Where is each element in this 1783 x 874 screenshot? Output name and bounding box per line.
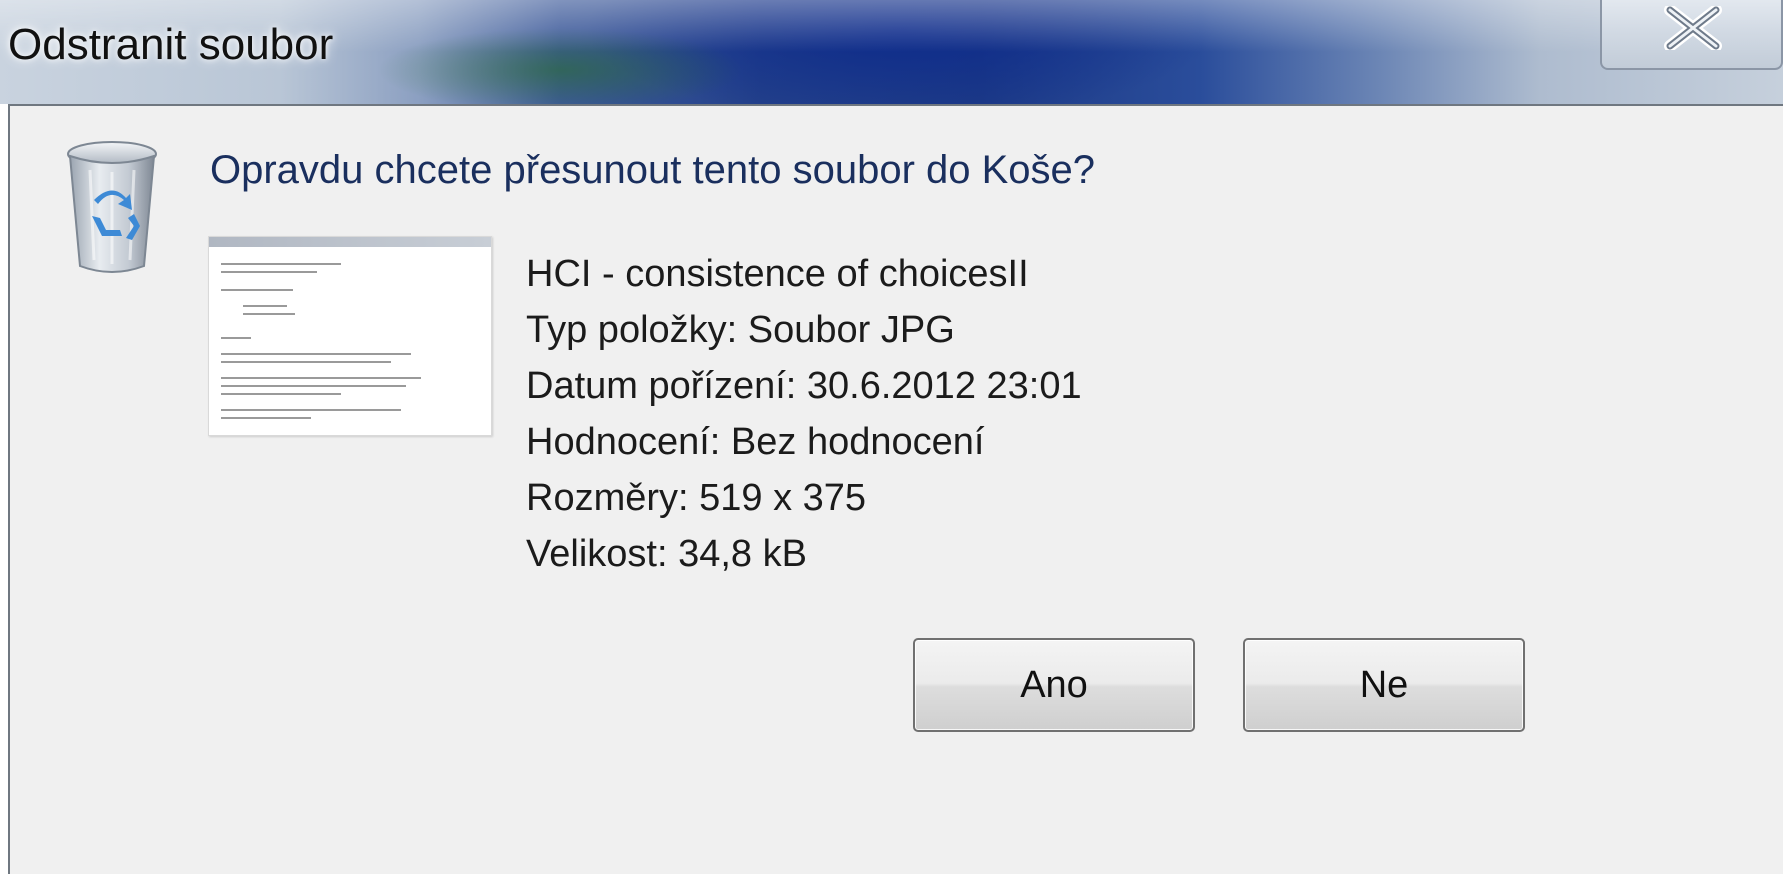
close-button[interactable] bbox=[1600, 0, 1783, 70]
close-x-icon bbox=[1664, 6, 1722, 50]
file-rating: Hodnocení: Bez hodnocení bbox=[526, 421, 985, 463]
file-dimensions: Rozměry: 519 x 375 bbox=[526, 477, 867, 519]
recycle-bin-icon bbox=[67, 141, 157, 273]
confirmation-question: Opravdu chcete přesunout tento soubor do… bbox=[210, 148, 1096, 192]
title-bar[interactable]: Odstranit soubor bbox=[0, 0, 1783, 104]
dialog-body: Opravdu chcete přesunout tento soubor do… bbox=[8, 104, 1783, 874]
file-type: Typ položky: Soubor JPG bbox=[526, 309, 955, 351]
file-size: Velikost: 34,8 kB bbox=[526, 533, 807, 575]
file-thumbnail bbox=[208, 236, 492, 436]
file-name: HCI - consistence of choicesII bbox=[526, 253, 1029, 295]
window-title: Odstranit soubor bbox=[8, 20, 334, 69]
no-button[interactable]: Ne bbox=[1243, 638, 1525, 732]
yes-button[interactable]: Ano bbox=[913, 638, 1195, 732]
delete-file-dialog: Odstranit soubor Opravdu chcete přesunou… bbox=[0, 0, 1783, 874]
file-details: HCI - consistence of choicesII Typ polož… bbox=[526, 246, 1082, 582]
file-date-taken: Datum pořízení: 30.6.2012 23:01 bbox=[526, 365, 1082, 407]
